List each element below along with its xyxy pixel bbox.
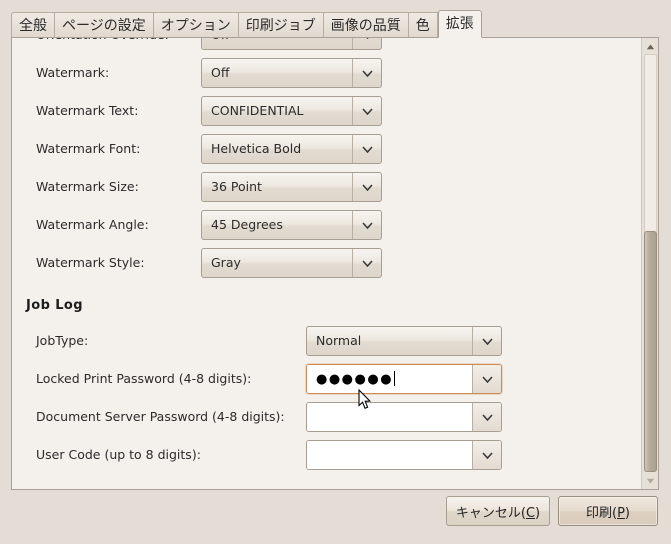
label-watermark-text: Watermark Text: <box>36 103 139 118</box>
input-locked-print-password[interactable]: ●●●●●● <box>307 365 472 393</box>
tab-extended[interactable]: 拡張 <box>437 10 482 38</box>
input-document-server-password[interactable] <box>307 403 472 431</box>
row-user-code: User Code (up to 8 digits): <box>12 436 643 474</box>
section-title-job-log: Job Log <box>26 298 83 313</box>
label-document-server-password: Document Server Password (4-8 digits): <box>36 409 285 424</box>
row-watermark: Watermark: Off <box>12 54 643 92</box>
combo-watermark[interactable]: Off <box>201 58 382 88</box>
combo-orientation-override[interactable]: Off <box>201 38 382 50</box>
text-caret <box>394 371 396 386</box>
label-jobtype: JobType: <box>36 333 89 348</box>
label-user-code: User Code (up to 8 digits): <box>36 447 201 462</box>
combo-jobtype[interactable]: Normal <box>306 326 502 356</box>
label-watermark-size: Watermark Size: <box>36 179 139 194</box>
chevron-up-icon <box>646 44 655 49</box>
label-watermark-angle: Watermark Angle: <box>36 217 149 232</box>
chevron-down-icon <box>646 478 655 483</box>
row-locked-print-password: Locked Print Password (4-8 digits): ●●●●… <box>12 360 643 398</box>
row-watermark-size: Watermark Size: 36 Point <box>12 168 643 206</box>
chevron-down-icon[interactable] <box>472 441 501 469</box>
label-watermark-font: Watermark Font: <box>36 141 141 156</box>
combo-value-orientation-override: Off <box>202 38 352 49</box>
combo-value-jobtype: Normal <box>316 333 362 348</box>
chevron-down-icon <box>352 249 381 277</box>
chevron-down-icon <box>352 97 381 125</box>
chevron-down-icon <box>352 38 381 49</box>
cancel-button-label: キャンセル(C) <box>455 505 541 521</box>
input-user-code[interactable] <box>307 441 472 469</box>
combo-watermark-angle[interactable]: 45 Degrees <box>201 210 382 240</box>
combo-locked-print-password[interactable]: ●●●●●● <box>306 364 502 394</box>
tab-image-quality[interactable]: 画像の品質 <box>322 12 408 38</box>
combo-watermark-style[interactable]: Gray <box>201 248 382 278</box>
cancel-button[interactable]: キャンセル(C) <box>446 496 550 526</box>
label-watermark-style: Watermark Style: <box>36 255 145 270</box>
tab-options[interactable]: オプション <box>152 12 238 38</box>
tab-page-setup[interactable]: ページの設定 <box>54 12 153 38</box>
settings-form: Orientation Override: Off Watermark: Off <box>12 38 643 474</box>
row-watermark-text: Watermark Text: CONFIDENTIAL <box>12 92 643 130</box>
chevron-down-icon <box>352 211 381 239</box>
chevron-down-icon <box>352 173 381 201</box>
combo-value-watermark-angle: 45 Degrees <box>211 217 283 232</box>
tab-strip: 全般 ページの設定 オプション 印刷ジョブ 画像の品質 色 拡張 <box>11 10 482 38</box>
chevron-down-icon <box>352 59 381 87</box>
password-mask-dots: ●●●●●● <box>316 371 394 387</box>
combo-watermark-text[interactable]: CONFIDENTIAL <box>201 96 382 126</box>
label-orientation-override: Orientation Override: <box>36 38 169 42</box>
row-jobtype: JobType: Normal <box>12 322 643 360</box>
chevron-down-icon[interactable] <box>472 365 501 393</box>
tab-general[interactable]: 全般 <box>11 12 54 38</box>
settings-scroll-view: Orientation Override: Off Watermark: Off <box>12 38 643 489</box>
print-button-label: 印刷(P) <box>586 505 630 521</box>
tab-color[interactable]: 色 <box>407 12 438 38</box>
combo-value-watermark: Off <box>211 65 230 80</box>
row-document-server-password: Document Server Password (4-8 digits): <box>12 398 643 436</box>
chevron-down-icon[interactable] <box>472 403 501 431</box>
combo-value-watermark-size: 36 Point <box>211 179 262 194</box>
print-button[interactable]: 印刷(P) <box>558 496 658 526</box>
combo-document-server-password[interactable] <box>306 402 502 432</box>
scroll-down-button[interactable] <box>643 473 658 488</box>
row-orientation-override: Orientation Override: Off <box>12 38 643 54</box>
chevron-down-icon <box>472 327 501 355</box>
row-watermark-style: Watermark Style: Gray <box>12 244 643 282</box>
row-watermark-angle: Watermark Angle: 45 Degrees <box>12 206 643 244</box>
vertical-scrollbar[interactable] <box>641 38 658 489</box>
label-watermark: Watermark: <box>36 65 110 80</box>
settings-panel: Orientation Override: Off Watermark: Off <box>11 37 659 490</box>
label-locked-print-password: Locked Print Password (4-8 digits): <box>36 371 252 386</box>
combo-value-watermark-font: Helvetica Bold <box>211 141 302 156</box>
chevron-down-icon <box>352 135 381 163</box>
tab-print-job[interactable]: 印刷ジョブ <box>237 12 323 38</box>
tab-bar: 全般 ページの設定 オプション 印刷ジョブ 画像の品質 色 拡張 <box>0 0 671 38</box>
combo-watermark-font[interactable]: Helvetica Bold <box>201 134 382 164</box>
combo-watermark-size[interactable]: 36 Point <box>201 172 382 202</box>
scrollbar-thumb[interactable] <box>644 231 657 472</box>
row-watermark-font: Watermark Font: Helvetica Bold <box>12 130 643 168</box>
combo-value-watermark-style: Gray <box>211 255 241 270</box>
combo-user-code[interactable] <box>306 440 502 470</box>
combo-value-watermark-text: CONFIDENTIAL <box>211 103 304 118</box>
scroll-up-button[interactable] <box>643 39 658 54</box>
dialog-button-bar: キャンセル(C) 印刷(P) <box>0 496 671 544</box>
